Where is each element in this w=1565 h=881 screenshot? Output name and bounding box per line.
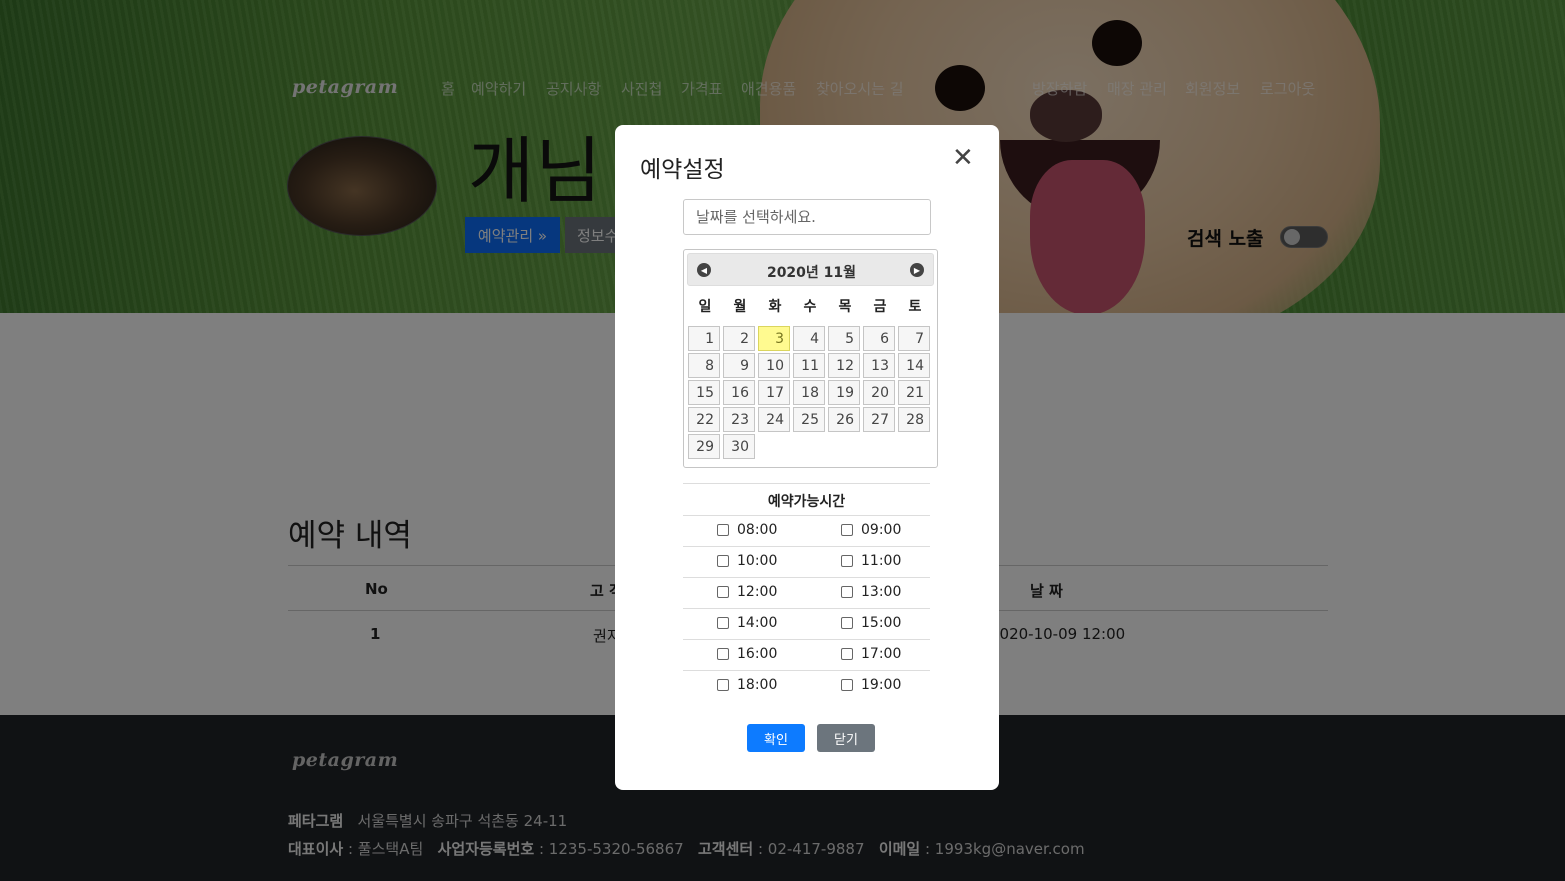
time-slot[interactable]: 09:00	[841, 522, 901, 538]
time-slot[interactable]: 16:00	[717, 646, 777, 662]
calendar-day[interactable]: 24	[758, 407, 790, 432]
calendar-day[interactable]: 27	[863, 407, 895, 432]
time-slot[interactable]: 15:00	[841, 615, 901, 631]
time-slot-checkbox[interactable]	[841, 586, 853, 598]
calendar-day[interactable]: 5	[828, 326, 860, 351]
time-slot-row: 16:00 17:00	[683, 639, 930, 670]
calendar-day[interactable]: 4	[793, 326, 825, 351]
weekday-header: 일	[698, 299, 712, 315]
calendar-day[interactable]: 18	[793, 380, 825, 405]
calendar-day[interactable]: 7	[898, 326, 930, 351]
time-slot-label: 14:00	[737, 615, 778, 631]
time-slot[interactable]: 14:00	[717, 615, 777, 631]
weekday-header: 월	[733, 299, 747, 315]
calendar-day[interactable]: 26	[828, 407, 860, 432]
time-slot[interactable]: 18:00	[717, 677, 777, 693]
time-slot-checkbox[interactable]	[841, 555, 853, 567]
calendar-day[interactable]: 6	[863, 326, 895, 351]
time-slot-checkbox[interactable]	[841, 648, 853, 660]
calendar-day[interactable]: 29	[688, 434, 720, 459]
time-slot[interactable]: 17:00	[841, 646, 901, 662]
calendar-day[interactable]: 19	[828, 380, 860, 405]
confirm-button[interactable]: 확인	[747, 724, 805, 752]
time-slot[interactable]: 11:00	[841, 553, 901, 569]
time-slot-label: 12:00	[737, 584, 778, 600]
time-slot-label: 15:00	[861, 615, 902, 631]
calendar-day[interactable]: 23	[723, 407, 755, 432]
available-time-title: 예약가능시간	[683, 483, 930, 515]
time-slot-label: 17:00	[861, 646, 902, 662]
time-slot-label: 08:00	[737, 522, 778, 538]
time-slot-row: 12:00 13:00	[683, 577, 930, 608]
time-slot-label: 10:00	[737, 553, 778, 569]
time-slot-checkbox[interactable]	[841, 679, 853, 691]
time-slot-checkbox[interactable]	[717, 679, 729, 691]
calendar-day[interactable]: 11	[793, 353, 825, 378]
reservation-settings-modal: 예약설정 ✕ ◀ 2020년 11월 ▶ 일월화수목금토123456789101…	[615, 125, 999, 790]
time-slot-checkbox[interactable]	[841, 617, 853, 629]
time-slot-checkbox[interactable]	[717, 555, 729, 567]
time-slot-label: 09:00	[861, 522, 902, 538]
calendar-day[interactable]: 2	[723, 326, 755, 351]
weekday-header: 화	[768, 299, 782, 315]
time-slot-row: 10:00 11:00	[683, 546, 930, 577]
datepicker-calendar: ◀ 2020년 11월 ▶ 일 월 화 수 목 금 토 1 2 3 4 5 6 7 8 9 10 11 12 13 14…	[683, 249, 938, 468]
time-slot-row: 14:00 15:00	[683, 608, 930, 639]
calendar-day[interactable]: 16	[723, 380, 755, 405]
time-slot-checkbox[interactable]	[717, 524, 729, 536]
time-slot[interactable]: 19:00	[841, 677, 901, 693]
time-slot-label: 13:00	[861, 584, 902, 600]
weekday-header: 수	[803, 299, 817, 315]
weekday-header: 목	[838, 299, 852, 315]
calendar-day[interactable]: 25	[793, 407, 825, 432]
calendar-day[interactable]: 17	[758, 380, 790, 405]
chevron-right-icon[interactable]: ▶	[910, 263, 924, 277]
date-input[interactable]	[683, 199, 931, 235]
time-slot-checkbox[interactable]	[717, 648, 729, 660]
weekday-header: 금	[873, 299, 887, 315]
time-slot[interactable]: 10:00	[717, 553, 777, 569]
time-slot[interactable]: 13:00	[841, 584, 901, 600]
time-slot-label: 18:00	[737, 677, 778, 693]
time-slot-checkbox[interactable]	[717, 617, 729, 629]
calendar-day[interactable]: 30	[723, 434, 755, 459]
weekday-header: 토	[908, 299, 922, 315]
calendar-day[interactable]: 10	[758, 353, 790, 378]
time-slot-checkbox[interactable]	[841, 524, 853, 536]
calendar-day[interactable]: 20	[863, 380, 895, 405]
calendar-day[interactable]: 21	[898, 380, 930, 405]
time-slot-row: 08:00 09:00	[683, 515, 930, 546]
time-slot[interactable]: 08:00	[717, 522, 777, 538]
close-button[interactable]: 닫기	[817, 724, 875, 752]
calendar-day[interactable]: 3	[758, 326, 790, 351]
calendar-day[interactable]: 14	[898, 353, 930, 378]
calendar-day[interactable]: 22	[688, 407, 720, 432]
calendar-day[interactable]: 12	[828, 353, 860, 378]
time-slot-label: 19:00	[861, 677, 902, 693]
time-slot-checkbox[interactable]	[717, 586, 729, 598]
calendar-month-title: 2020년 11월	[766, 265, 857, 281]
calendar-day[interactable]: 28	[898, 407, 930, 432]
close-icon[interactable]: ✕	[952, 145, 974, 171]
time-slot-row: 18:00 19:00	[683, 670, 930, 701]
time-slot-label: 11:00	[861, 553, 902, 569]
calendar-header: ◀ 2020년 11월 ▶	[687, 253, 934, 286]
time-slot[interactable]: 12:00	[717, 584, 777, 600]
modal-title: 예약설정	[640, 157, 725, 183]
calendar-day[interactable]: 13	[863, 353, 895, 378]
calendar-day[interactable]: 1	[688, 326, 720, 351]
time-slot-label: 16:00	[737, 646, 778, 662]
calendar-day[interactable]: 9	[723, 353, 755, 378]
calendar-day[interactable]: 15	[688, 380, 720, 405]
calendar-day[interactable]: 8	[688, 353, 720, 378]
